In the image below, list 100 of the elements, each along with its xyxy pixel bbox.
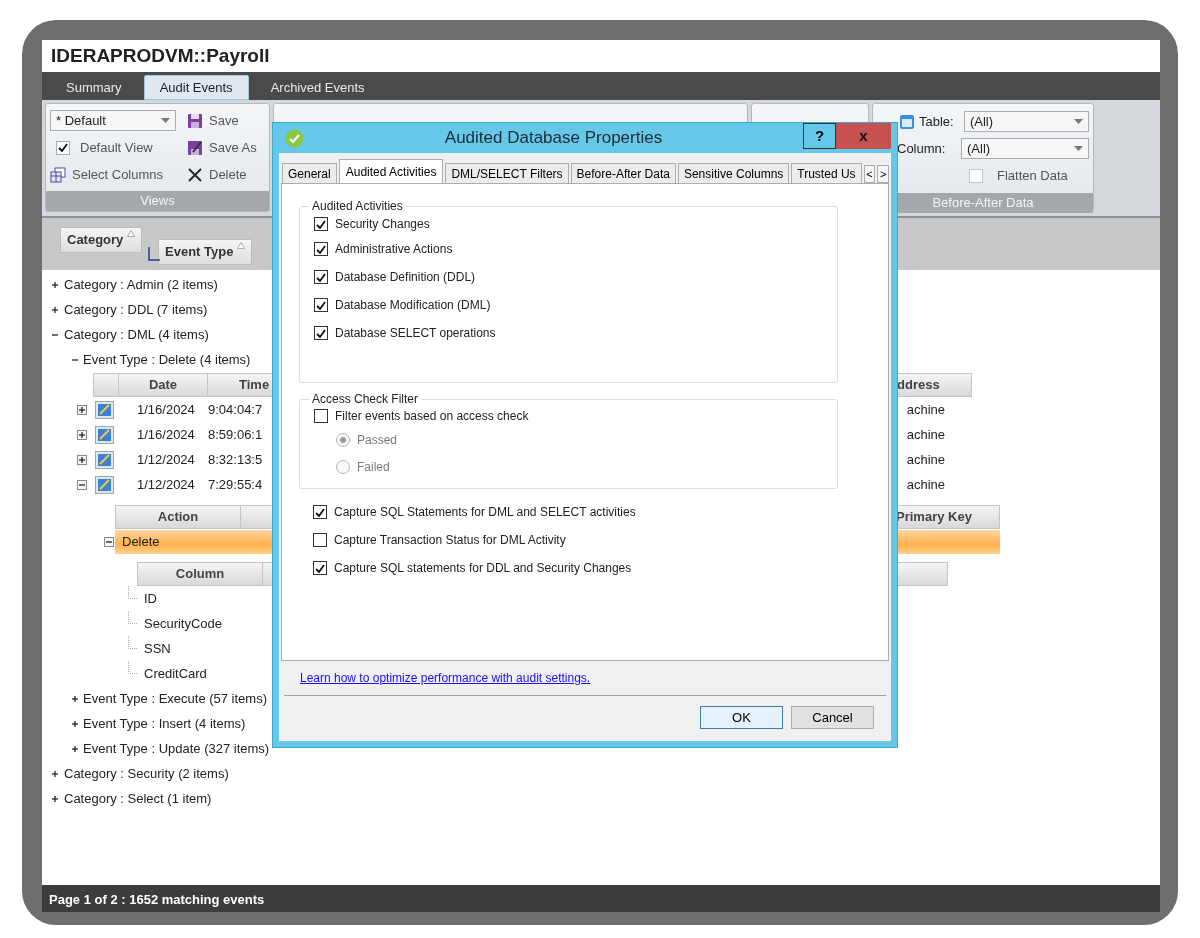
sort-icon: [237, 242, 246, 249]
caret-icon: [1074, 119, 1083, 124]
checkbox-label: Database Modification (DML): [335, 297, 491, 314]
table-cell-text: 1/12/2024: [137, 475, 196, 494]
tab[interactable]: Summary: [50, 75, 138, 100]
dropdown[interactable]: (All): [961, 138, 1089, 159]
tree-item[interactable]: Category : DDL (7 items): [64, 299, 208, 320]
checkbox[interactable]: [313, 505, 327, 519]
cancel-button[interactable]: Cancel: [791, 706, 874, 729]
expand-icon[interactable]: [77, 404, 87, 415]
table-cell-text: achine: [906, 425, 945, 444]
checkbox-label: Filter events based on access check: [335, 408, 529, 425]
floppy-pencil-icon: [187, 139, 203, 156]
checkbox[interactable]: [314, 326, 328, 340]
checkbox[interactable]: [314, 217, 328, 231]
delete-button[interactable]: Delete: [187, 164, 247, 185]
column-header[interactable]: Column: [138, 563, 263, 585]
table-cell-text: 7:29:55:4: [208, 475, 263, 494]
save-button[interactable]: Save: [187, 110, 239, 131]
column-header[interactable]: Time: [208, 374, 272, 396]
expand-icon[interactable]: [70, 718, 80, 729]
group-by-button[interactable]: Event Type: [158, 239, 253, 265]
close-button[interactable]: x: [836, 123, 891, 149]
expand-icon[interactable]: [70, 693, 80, 704]
tree-item[interactable]: Event Type : Update (327 items): [83, 738, 270, 759]
edit-icon: [95, 475, 114, 494]
checkbox[interactable]: [313, 561, 327, 575]
table-cell-text: CreditCard: [144, 664, 207, 683]
collapse-icon[interactable]: [104, 537, 114, 547]
sort-icon: [127, 230, 136, 237]
group-box-title: Access Check Filter: [311, 392, 420, 406]
group-by-button[interactable]: Category: [60, 227, 143, 253]
table-cell-text: SSN: [144, 639, 171, 658]
table-cell-text: 1/16/2024: [137, 400, 196, 419]
status-bar: Page 1 of 2 : 1652 matching events: [42, 885, 1160, 912]
checkbox[interactable]: [314, 270, 328, 284]
column-header[interactable]: Date: [119, 374, 208, 396]
tree-item[interactable]: Category : DML (4 items): [64, 324, 209, 345]
radio-dot: [340, 436, 346, 443]
scroll-button[interactable]: >: [877, 165, 889, 183]
checkbox[interactable]: [314, 242, 328, 256]
expand-icon[interactable]: [77, 454, 87, 465]
help-button[interactable]: ?: [803, 123, 836, 149]
expand-icon[interactable]: [50, 793, 60, 804]
field-label: Table:: [919, 112, 955, 131]
checkbox-label: Capture SQL statements for DDL and Security Changes: [334, 560, 632, 577]
dropdown[interactable]: * Default: [50, 110, 176, 131]
tab[interactable]: Audit Events: [143, 75, 249, 100]
tab[interactable]: General: [282, 163, 337, 183]
tab[interactable]: Before-After Data: [570, 163, 676, 183]
checkbox-label: Capture SQL Statements for DML and SELECT activities: [334, 504, 636, 521]
help-link[interactable]: Learn how to optimize performance with audit settings.: [300, 669, 591, 687]
expand-icon[interactable]: [70, 743, 80, 754]
group-box-title: Audited Activities: [311, 199, 404, 213]
table-cell-text: 1/16/2024: [137, 425, 196, 444]
tab[interactable]: Sensitive Columns: [677, 163, 790, 183]
expand-icon[interactable]: [50, 279, 60, 290]
tab[interactable]: Trusted Us: [791, 163, 862, 183]
saveas-button[interactable]: Save As: [187, 137, 257, 158]
table-cell-text: 1/12/2024: [137, 450, 196, 469]
dropdown[interactable]: (All): [963, 111, 1089, 132]
table-cell-text: achine: [906, 400, 945, 419]
table-cell-text: SecurityCode: [144, 614, 223, 633]
expand-icon[interactable]: [77, 429, 87, 440]
expand-icon[interactable]: [50, 768, 60, 779]
checkbox-label: Flatten Data: [997, 166, 1068, 185]
checkbox[interactable]: [314, 298, 328, 312]
checkmark-icon: [285, 128, 304, 148]
checkbox[interactable]: [314, 409, 328, 423]
table-cell-text: 8:32:13:5: [208, 450, 263, 469]
tree-item[interactable]: Category : Select (1 item): [64, 788, 212, 809]
scroll-button[interactable]: <: [863, 165, 876, 183]
dialog-title: Audited Database Properties: [443, 127, 664, 150]
caret-icon: [161, 118, 170, 123]
caret-icon: [1074, 146, 1083, 151]
edit-icon: [95, 425, 114, 444]
tree-line: [128, 636, 138, 649]
window-title: IDERAPRODVM::Payroll: [50, 44, 271, 68]
tab[interactable]: Audited Activities: [338, 159, 444, 183]
radio-label: Passed: [357, 431, 398, 449]
expand-icon[interactable]: [50, 304, 60, 315]
tree-line: [128, 586, 138, 599]
columns-button[interactable]: Select Columns: [50, 164, 164, 185]
checkbox[interactable]: [313, 533, 327, 547]
ok-button[interactable]: OK: [700, 706, 783, 729]
column-header[interactable]: Action: [116, 506, 241, 528]
tab[interactable]: DML/SELECT Filters: [445, 163, 569, 183]
checkbox[interactable]: [56, 140, 70, 155]
tree-item[interactable]: Event Type : Insert (4 items): [83, 713, 246, 734]
tree-item[interactable]: Event Type : Execute (57 items): [83, 688, 267, 709]
tab[interactable]: Archived Events: [254, 75, 381, 100]
table-cell-text: Delete: [122, 533, 160, 552]
tree-item[interactable]: Category : Admin (2 items): [64, 274, 218, 295]
tree-item[interactable]: Event Type : Delete (4 items): [83, 349, 251, 370]
collapse-icon[interactable]: [77, 479, 87, 490]
checkbox-label: Database Definition (DDL): [335, 269, 476, 286]
table-cell-text: 9:04:04:7: [208, 400, 263, 419]
edit-icon: [95, 450, 114, 469]
column-header[interactable]: ddress: [897, 374, 971, 396]
tree-item[interactable]: Category : Security (2 items): [64, 763, 229, 784]
